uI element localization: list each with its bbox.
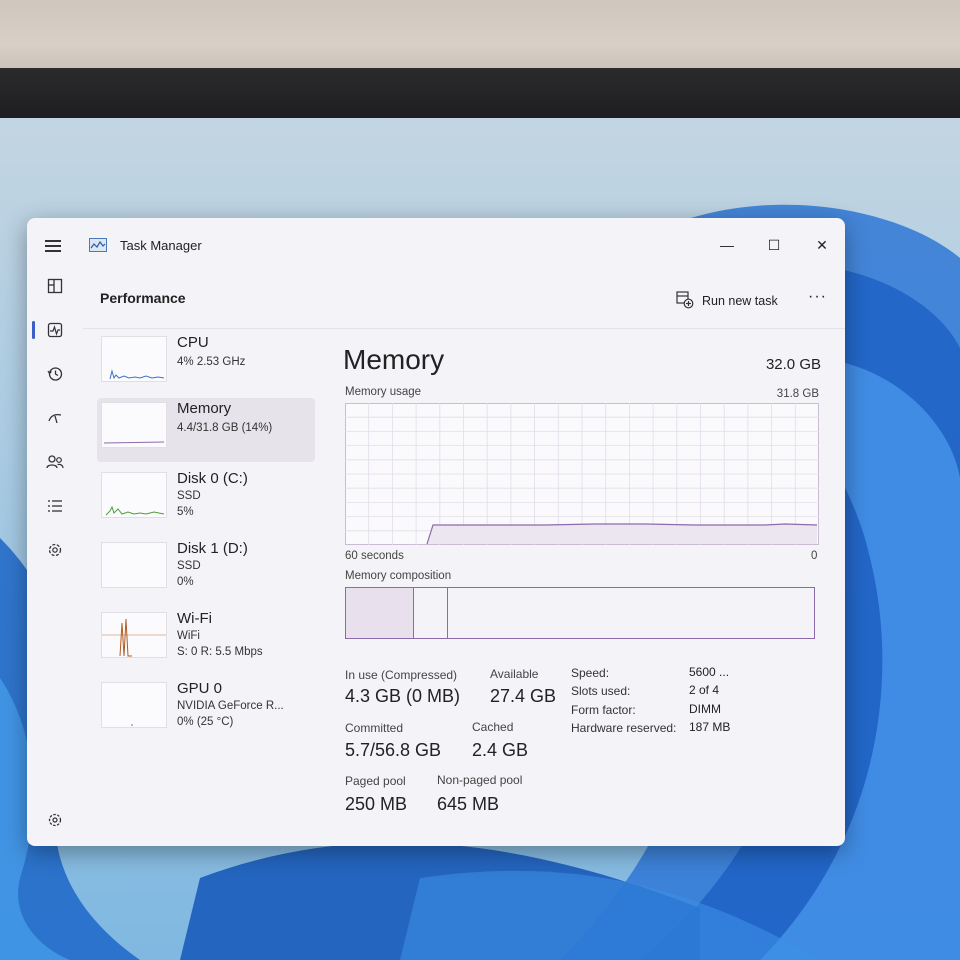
memory-title: Memory (343, 344, 445, 375)
details-icon[interactable] (45, 498, 65, 518)
more-options-button[interactable]: ··· (808, 288, 827, 306)
device-detail: 4.4/31.8 GB (14%) (177, 422, 273, 434)
cpu-thumbnail-graph (101, 336, 167, 382)
memory-composition-bar (345, 587, 815, 639)
device-detail: 4% 2.53 GHz (177, 356, 246, 368)
non-paged-pool-label: Non-paged pool (437, 773, 523, 787)
form-factor-value: DIMM (689, 702, 721, 716)
memory-usage-label: Memory usage (345, 386, 422, 398)
device-name: Disk 0 (C:) (177, 470, 248, 487)
device-detail: 0% (177, 576, 194, 588)
device-detail: SSD (177, 560, 201, 572)
memory-capacity: 32.0 GB (765, 356, 821, 373)
hardware-reserved-value: 187 MB (689, 720, 731, 734)
paged-pool-value: 250 MB (345, 794, 408, 814)
in-use-label: In use (Compressed) (345, 668, 458, 682)
hardware-reserved-label: Hardware reserved: (571, 721, 677, 735)
committed-value: 5.7/56.8 GB (345, 740, 442, 760)
composition-modified (413, 588, 448, 638)
non-paged-pool-value: 645 MB (437, 794, 500, 814)
active-indicator (32, 321, 35, 339)
maximize-button[interactable]: ☐ (761, 234, 787, 256)
memory-usage-max: 31.8 GB (776, 388, 819, 400)
disk0-thumbnail-graph (101, 472, 167, 518)
slots-used-value: 2 of 4 (689, 683, 720, 697)
in-use-value: 4.3 GB (0 MB) (345, 686, 461, 706)
speed-label: Speed: (571, 666, 610, 680)
device-item-memory[interactable]: Memory 4.4/31.8 GB (14%) (97, 398, 315, 462)
device-detail: 0% (25 °C) (177, 716, 234, 728)
app-history-icon[interactable] (45, 366, 65, 386)
device-detail: NVIDIA GeForce R... (177, 700, 284, 712)
memory-usage-graph (345, 403, 819, 545)
page-header: Performance Run new task ··· (83, 274, 845, 329)
menu-icon[interactable] (45, 240, 61, 252)
cached-label: Cached (472, 720, 514, 734)
slots-used-label: Slots used: (571, 684, 631, 698)
app-title: Task Manager (120, 238, 202, 253)
cached-value: 2.4 GB (472, 740, 529, 760)
device-name: Memory (177, 400, 232, 417)
available-value: 27.4 GB (490, 686, 557, 706)
title-bar: Task Manager — ☐ ✕ (27, 218, 845, 274)
processes-icon[interactable] (45, 278, 65, 298)
speed-value: 5600 ... (689, 665, 730, 679)
task-manager-window: Task Manager — ☐ ✕ Performance Run new t… (27, 218, 845, 846)
task-manager-app-icon (89, 238, 107, 252)
form-factor-label: Form factor: (571, 703, 636, 717)
device-detail: SSD (177, 490, 201, 502)
device-item-disk-1[interactable]: Disk 1 (D:) SSD 0% (97, 538, 315, 602)
committed-label: Committed (345, 721, 404, 735)
nav-sidebar (27, 274, 83, 846)
services-icon[interactable] (45, 542, 65, 562)
device-item-cpu[interactable]: CPU 4% 2.53 GHz (97, 332, 315, 396)
device-item-disk-0[interactable]: Disk 0 (C:) SSD 5% (97, 468, 315, 532)
startup-apps-icon[interactable] (45, 410, 65, 430)
device-detail: 5% (177, 506, 194, 518)
run-task-icon (676, 291, 694, 309)
device-name: Wi-Fi (177, 610, 212, 627)
device-name: GPU 0 (177, 680, 223, 697)
wifi-thumbnail-graph (101, 612, 167, 658)
device-name: Disk 1 (D:) (177, 540, 248, 557)
composition-in-use (346, 588, 414, 638)
device-item-wifi[interactable]: Wi-Fi WiFi S: 0 R: 5.5 Mbps (97, 608, 315, 672)
wall-background (0, 0, 960, 75)
run-new-task-label: Run new task (702, 294, 778, 308)
device-list: CPU 4% 2.53 GHz Memory 4.4/31.8 GB (14%)… (83, 328, 329, 846)
page-title: Performance (100, 290, 186, 306)
time-axis-label: 60 seconds (345, 550, 404, 562)
device-detail: WiFi (177, 630, 200, 642)
memory-panel: Memory 32.0 GB Memory usage 31.8 GB 60 s… (329, 328, 845, 846)
disk1-thumbnail-graph (101, 542, 167, 588)
memory-thumbnail-graph (101, 402, 167, 448)
performance-icon[interactable] (45, 322, 65, 342)
device-name: CPU (177, 334, 209, 351)
users-icon[interactable] (45, 454, 65, 474)
available-label: Available (490, 667, 539, 681)
paged-pool-label: Paged pool (345, 774, 406, 788)
settings-icon[interactable] (45, 812, 65, 832)
gpu-thumbnail-graph (101, 682, 167, 728)
time-axis-zero: 0 (811, 550, 818, 562)
memory-composition-label: Memory composition (345, 570, 452, 582)
close-button[interactable]: ✕ (809, 234, 835, 256)
device-item-gpu-0[interactable]: GPU 0 NVIDIA GeForce R... 0% (25 °C) (97, 678, 315, 742)
device-detail: S: 0 R: 5.5 Mbps (177, 646, 263, 658)
minimize-button[interactable]: — (714, 234, 740, 256)
